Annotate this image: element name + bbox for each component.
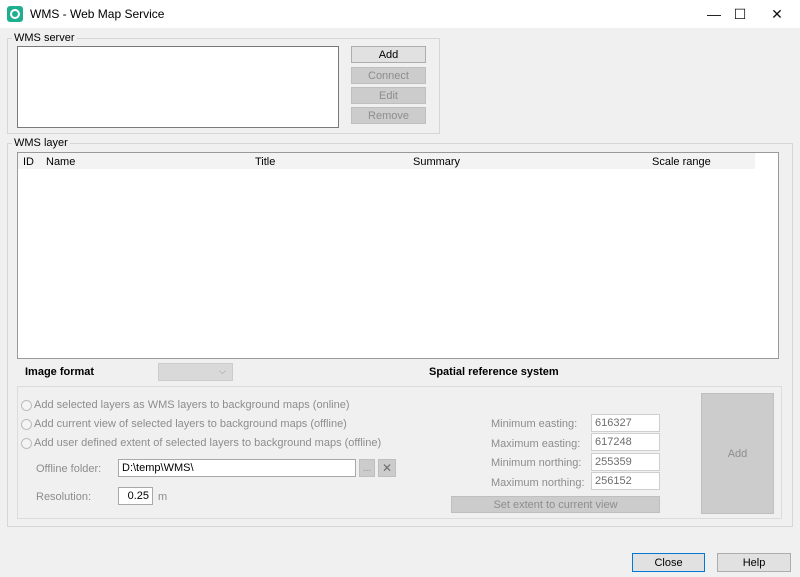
window-title: WMS - Web Map Service <box>30 7 165 21</box>
app-icon <box>7 6 23 22</box>
set-extent-button[interactable]: Set extent to current view <box>451 496 660 513</box>
resolution-unit: m <box>158 491 168 503</box>
close-button[interactable]: Close <box>632 553 705 572</box>
min-northing-label: Minimum northing: <box>491 457 582 469</box>
max-northing-input[interactable]: 256152 <box>591 472 660 490</box>
offline-folder-label: Offline folder: <box>36 463 102 475</box>
column-id[interactable]: ID <box>23 156 34 168</box>
offline-folder-input[interactable]: D:\temp\WMS\ <box>118 459 356 477</box>
clear-folder-icon[interactable]: ✕ <box>378 459 396 477</box>
column-summary[interactable]: Summary <box>413 156 460 168</box>
browse-folder-button[interactable]: ... <box>359 459 375 477</box>
max-northing-label: Maximum northing: <box>491 477 585 489</box>
resolution-label: Resolution: <box>36 491 92 503</box>
min-easting-input[interactable]: 616327 <box>591 414 660 432</box>
min-northing-input[interactable]: 255359 <box>591 453 660 471</box>
radio-offline-view[interactable] <box>21 419 32 430</box>
remove-button[interactable]: Remove <box>351 107 426 124</box>
wms-server-list[interactable] <box>17 46 339 128</box>
wms-server-group-label: WMS server <box>12 32 77 44</box>
max-easting-label: Maximum easting: <box>491 438 581 450</box>
radio-offline-extent[interactable] <box>21 438 32 449</box>
add-layer-button[interactable]: Add <box>701 393 774 514</box>
help-button[interactable]: Help <box>717 553 791 572</box>
table-header <box>18 153 755 169</box>
min-easting-label: Minimum easting: <box>491 418 578 430</box>
column-name[interactable]: Name <box>46 156 75 168</box>
column-title[interactable]: Title <box>255 156 275 168</box>
spatial-reference-label: Spatial reference system <box>429 366 559 378</box>
max-easting-input[interactable]: 617248 <box>591 433 660 451</box>
edit-button[interactable]: Edit <box>351 87 426 104</box>
add-server-button[interactable]: Add <box>351 46 426 63</box>
image-format-label: Image format <box>25 366 95 378</box>
resolution-input[interactable]: 0.25 <box>118 487 153 505</box>
radio-online-label[interactable]: Add selected layers as WMS layers to bac… <box>34 399 349 411</box>
radio-offline-view-label[interactable]: Add current view of selected layers to b… <box>34 418 347 430</box>
wms-layer-group-label: WMS layer <box>12 137 70 149</box>
connect-button[interactable]: Connect <box>351 67 426 84</box>
wms-layer-table[interactable] <box>17 152 779 359</box>
radio-offline-extent-label[interactable]: Add user defined extent of selected laye… <box>34 437 381 449</box>
column-scale-range[interactable]: Scale range <box>652 156 711 168</box>
close-window-button[interactable]: ✕ <box>754 0 800 28</box>
radio-online[interactable] <box>21 400 32 411</box>
chevron-down-icon: ⌵ <box>219 366 226 376</box>
